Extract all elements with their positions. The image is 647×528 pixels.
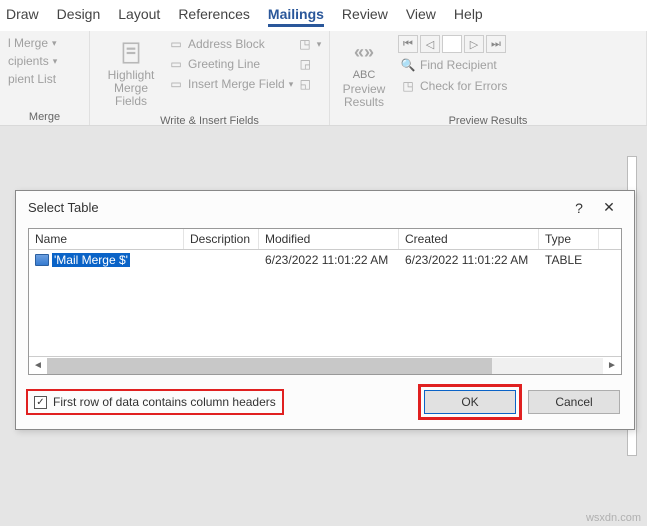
tab-view[interactable]: View <box>406 6 436 27</box>
group-label-write-insert: Write & Insert Fields <box>96 113 323 127</box>
highlight-icon <box>117 39 145 67</box>
highlight-merge-fields-button[interactable]: Highlight Merge Fields <box>96 35 166 113</box>
ribbon: l Merge▾ cipients▾ pient List Merge High… <box>0 31 647 126</box>
record-number-input[interactable] <box>442 35 462 53</box>
tab-references[interactable]: References <box>178 6 250 27</box>
scroll-thumb[interactable] <box>47 358 492 374</box>
record-navigator[interactable]: ⏮ ◁ ▷ ⏭ <box>398 35 509 53</box>
checkbox-label: First row of data contains column header… <box>53 395 276 409</box>
check-errors-icon: ◳ <box>400 78 416 94</box>
tab-help[interactable]: Help <box>454 6 483 27</box>
chevron-down-icon: ▾ <box>52 38 57 49</box>
select-table-dialog: Select Table ? ✕ Name Description Modifi… <box>15 190 635 430</box>
first-record-icon[interactable]: ⏮ <box>398 35 418 53</box>
select-recipients-button[interactable]: cipients▾ <box>6 53 83 69</box>
app-tabs: Draw Design Layout References Mailings R… <box>0 0 647 31</box>
check-errors-button[interactable]: ◳ Check for Errors <box>398 77 509 95</box>
tab-mailings[interactable]: Mailings <box>268 6 324 27</box>
update-labels-icon: ◱ <box>297 76 313 92</box>
tab-draw[interactable]: Draw <box>6 6 39 27</box>
cancel-button[interactable]: Cancel <box>528 390 620 414</box>
edit-recipient-list-button[interactable]: pient List <box>6 71 83 87</box>
scroll-right-icon[interactable]: ► <box>603 360 621 371</box>
start-mail-merge-button[interactable]: l Merge▾ <box>6 35 83 51</box>
tab-review[interactable]: Review <box>342 6 388 27</box>
dialog-title: Select Table <box>28 200 564 215</box>
tab-design[interactable]: Design <box>57 6 101 27</box>
insert-field-icon: ▭ <box>168 76 184 92</box>
table-row[interactable]: 'Mail Merge $' 6/23/2022 11:01:22 AM 6/2… <box>29 250 621 272</box>
find-recipient-button[interactable]: 🔍 Find Recipient <box>398 56 509 74</box>
watermark: wsxdn.com <box>586 512 641 524</box>
rules-button[interactable]: ◳▾ <box>295 35 323 53</box>
col-created[interactable]: Created <box>399 229 539 249</box>
first-row-headers-checkbox[interactable]: ✓ First row of data contains column head… <box>26 389 284 415</box>
insert-merge-field-button[interactable]: ▭ Insert Merge Field▾ <box>166 75 295 93</box>
rules-icon: ◳ <box>297 36 312 52</box>
address-block-icon: ▭ <box>168 36 184 52</box>
greeting-line-icon: ▭ <box>168 56 184 72</box>
ok-button[interactable]: OK <box>424 390 516 414</box>
row-modified: 6/23/2022 11:01:22 AM <box>259 250 399 272</box>
prev-record-icon[interactable]: ◁ <box>420 35 440 53</box>
close-button[interactable]: ✕ <box>594 199 624 216</box>
col-type[interactable]: Type <box>539 229 599 249</box>
help-button[interactable]: ? <box>564 200 594 216</box>
sheet-icon <box>35 254 49 266</box>
scroll-left-icon[interactable]: ◄ <box>29 360 47 371</box>
horizontal-scrollbar[interactable]: ◄ ► <box>29 356 621 374</box>
table-header: Name Description Modified Created Type <box>29 229 621 250</box>
col-modified[interactable]: Modified <box>259 229 399 249</box>
checkbox-icon: ✓ <box>34 396 47 409</box>
match-fields-button[interactable]: ◲ <box>295 55 323 73</box>
last-record-icon[interactable]: ⏭ <box>486 35 506 53</box>
update-labels-button[interactable]: ◱ <box>295 75 323 93</box>
preview-icon: «» <box>350 39 378 67</box>
tab-layout[interactable]: Layout <box>118 6 160 27</box>
row-description <box>184 250 259 272</box>
chevron-down-icon: ▾ <box>289 79 294 90</box>
search-icon: 🔍 <box>400 57 416 73</box>
group-label-merge: Merge <box>6 109 83 123</box>
match-fields-icon: ◲ <box>297 56 313 72</box>
table-list[interactable]: Name Description Modified Created Type '… <box>28 228 622 375</box>
address-block-button[interactable]: ▭ Address Block <box>166 35 295 53</box>
preview-results-button[interactable]: «» ABC Preview Results <box>336 35 392 113</box>
next-record-icon[interactable]: ▷ <box>464 35 484 53</box>
chevron-down-icon: ▾ <box>53 56 58 67</box>
row-type: TABLE <box>539 250 599 272</box>
row-created: 6/23/2022 11:01:22 AM <box>399 250 539 272</box>
col-name[interactable]: Name <box>29 229 184 249</box>
col-description[interactable]: Description <box>184 229 259 249</box>
greeting-line-button[interactable]: ▭ Greeting Line <box>166 55 295 73</box>
row-name: 'Mail Merge $' <box>52 253 130 267</box>
